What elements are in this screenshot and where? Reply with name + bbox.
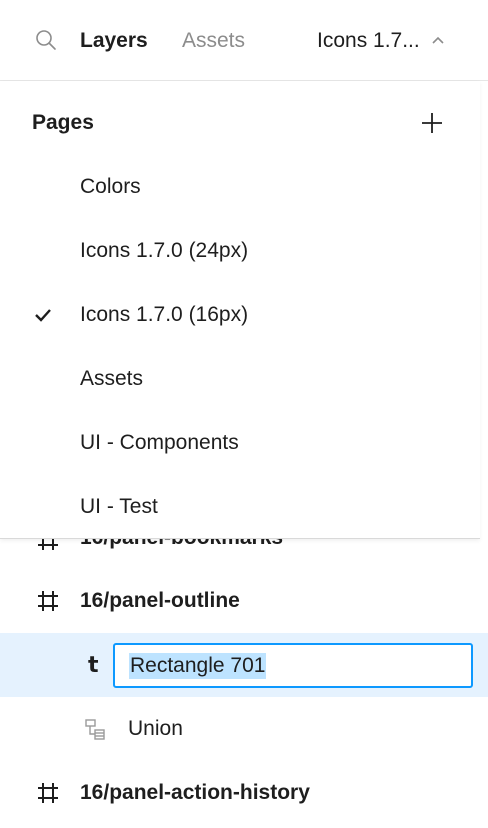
layer-rename-input[interactable]: Rectangle 701 [113,643,473,688]
page-item[interactable]: UI - Test [0,475,480,539]
page-item[interactable]: Icons 1.7.0 (24px) [0,219,480,283]
layer-label: 16/panel-outline [80,589,240,612]
current-page-selector[interactable]: Icons 1.7... [317,27,420,55]
add-page-icon[interactable] [420,111,444,135]
tab-layers[interactable]: Layers [80,27,148,55]
checkmark-icon [34,307,52,323]
layer-name-value[interactable]: Rectangle 701 [129,653,267,679]
page-item-label: Colors [80,175,141,198]
frame-icon [36,781,60,805]
text-layer-icon: t [88,653,99,678]
pages-heading: Pages [32,111,94,134]
panel-header: Layers Assets Icons 1.7... [0,0,488,81]
page-item[interactable]: UI - Components [0,411,480,475]
layers-panel: Layers Assets Icons 1.7... 16/panel-book… [0,0,488,828]
layer-row[interactable]: Union [0,697,488,761]
layers-list: 16/panel-bookmarks 16/panel-outline t Re… [0,500,488,828]
search-icon[interactable] [34,28,58,52]
page-item-label: Icons 1.7.0 (24px) [80,239,249,262]
page-item-selected[interactable]: Icons 1.7.0 (16px) [0,283,480,347]
layer-label: 16/panel-action-history [80,781,310,804]
boolean-group-icon [84,718,108,742]
layer-row-selected[interactable]: t Rectangle 701 [0,633,488,697]
page-item-label: UI - Test [80,495,158,518]
page-item-label: Icons 1.7.0 (16px) [80,303,249,326]
page-item-label: UI - Components [80,431,239,454]
chevron-up-icon[interactable] [430,32,446,48]
frame-icon [36,589,60,613]
pages-dropdown: Pages Colors Icons 1.7.0 (24px) Icons 1.… [0,81,480,539]
page-item[interactable]: Assets [0,347,480,411]
layer-row[interactable]: 16/panel-action-history [0,761,488,825]
layer-label: Union [128,717,183,740]
layer-row[interactable]: 16/panel-outline [0,569,488,633]
tab-assets[interactable]: Assets [182,27,245,55]
page-item[interactable]: Colors [0,155,480,219]
page-item-label: Assets [80,367,144,390]
